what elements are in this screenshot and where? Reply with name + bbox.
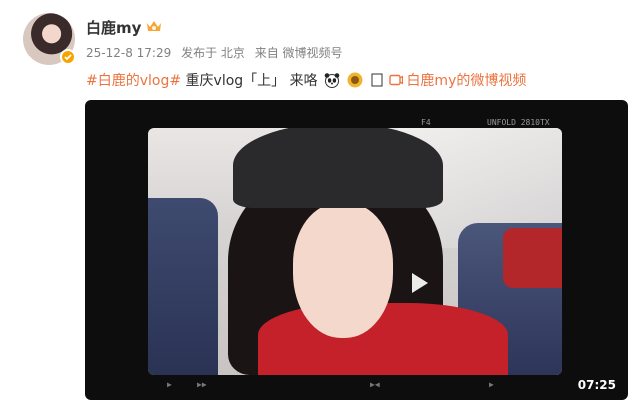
- author-name[interactable]: 白鹿my: [86, 17, 141, 38]
- video-player[interactable]: F4 UNFOLD 2810TX ▶ ▶▶ ▶◀ ▶ 07:25: [85, 100, 628, 400]
- panda-emoji-icon: [324, 73, 340, 88]
- video-duration: 07:25: [577, 378, 616, 392]
- post-body: 重庆vlog「上」 来咯: [181, 73, 318, 89]
- post-source[interactable]: 来自 微博视频号: [255, 46, 343, 60]
- verified-badge-icon: [60, 49, 76, 65]
- crown-verified-icon: [147, 21, 161, 31]
- box-emoji-icon: [371, 73, 383, 87]
- film-mark-left: F4: [421, 118, 431, 127]
- sunflower-emoji-icon: [347, 72, 363, 88]
- post-text: #白鹿的vlog# 重庆vlog「上」 来咯 白鹿my的微博视频: [86, 70, 526, 92]
- film-mark-right: UNFOLD 2810TX: [487, 118, 550, 127]
- film-mark-b2: ▶▶: [197, 380, 207, 389]
- hashtag-link[interactable]: #白鹿的vlog#: [86, 73, 181, 89]
- post-time[interactable]: 25-12-8 17:29: [86, 46, 171, 60]
- film-mark-b3: ▶◀: [370, 380, 380, 389]
- play-icon[interactable]: [400, 265, 436, 301]
- film-mark-b1: ▶: [167, 380, 172, 389]
- film-mark-b4: ▶: [489, 380, 494, 389]
- video-source-link[interactable]: 白鹿my的微博视频: [406, 73, 526, 89]
- video-link-icon: [389, 74, 404, 86]
- video-thumbnail: [148, 128, 562, 375]
- post-meta: 25-12-8 17:29 发布于 北京 来自 微博视频号: [86, 44, 349, 61]
- post-location: 发布于 北京: [181, 46, 245, 60]
